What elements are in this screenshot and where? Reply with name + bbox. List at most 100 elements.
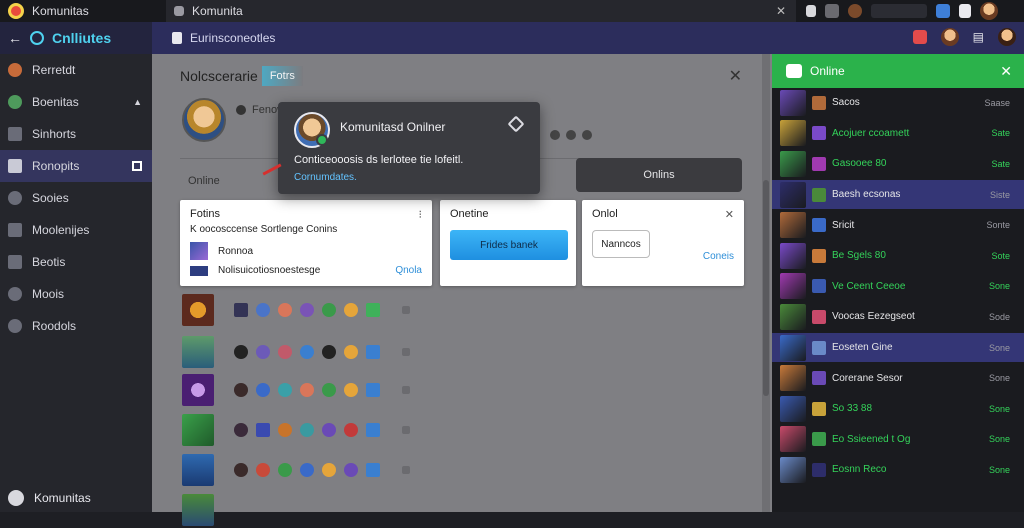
game-icon xyxy=(812,218,826,233)
online-row[interactable]: Sacos Saase xyxy=(772,88,1024,118)
online-panel-title: Online xyxy=(810,64,845,78)
sidebar-item-label: Moolenijes xyxy=(32,223,90,237)
badge-icon xyxy=(278,383,292,397)
game-icon xyxy=(812,462,826,477)
list-item[interactable] xyxy=(182,334,742,370)
sidebar-item-beotis[interactable]: Beotis xyxy=(0,246,152,278)
sidebar-item-sooies[interactable]: Sooies xyxy=(0,182,152,214)
nav-brand: ← Cnlliutes xyxy=(0,22,152,54)
square-icon[interactable] xyxy=(132,161,142,171)
contacts-button[interactable]: Nanncos xyxy=(592,230,650,258)
people-icon[interactable]: ▤ xyxy=(973,30,984,44)
info-icon[interactable] xyxy=(582,130,592,140)
user-avatar xyxy=(780,273,806,300)
badge-icon xyxy=(300,303,314,317)
close-icon[interactable]: ✕ xyxy=(725,208,734,221)
notification-icon[interactable] xyxy=(936,4,950,18)
online-button[interactable]: Onlins xyxy=(576,158,742,192)
online-row[interactable]: Sricit Sonte xyxy=(772,210,1024,240)
online-row[interactable]: Voocas Eezegseot Sode xyxy=(772,302,1024,332)
brand-name[interactable]: Cnlliutes xyxy=(52,30,111,46)
popup-link[interactable]: Cornumdates. xyxy=(294,172,357,183)
online-row[interactable]: Eoseten Gine Sone xyxy=(772,332,1024,363)
game-icon xyxy=(812,309,826,324)
close-icon[interactable]: ✕ xyxy=(1000,63,1012,80)
sidebar-item-boenitas[interactable]: Boenitas ▲ xyxy=(0,86,152,118)
online-row-status: Sate xyxy=(991,128,1010,139)
more-icon[interactable] xyxy=(402,386,410,394)
profile-avatar[interactable] xyxy=(980,2,998,20)
community-logo-icon xyxy=(30,31,44,45)
badge-icon xyxy=(190,266,208,276)
game-icon xyxy=(812,371,826,386)
badge-icon xyxy=(366,423,380,437)
online-row[interactable]: Baesh ecsonas Siste xyxy=(772,179,1024,210)
settings-icon[interactable] xyxy=(507,115,525,133)
online-row-name: Be Sgels 80 xyxy=(832,250,886,262)
user-icon[interactable] xyxy=(848,4,862,18)
card-link[interactable]: Coneis xyxy=(703,251,734,262)
sidebar-item-moolenijes[interactable]: Moolenijes xyxy=(0,214,152,246)
sidebar-item-sinhorts[interactable]: Sinhorts xyxy=(0,118,152,150)
account-avatar[interactable] xyxy=(998,28,1016,46)
user-avatar xyxy=(780,334,806,361)
profile-avatar[interactable] xyxy=(182,98,226,142)
card-link[interactable]: Qnola xyxy=(395,265,422,276)
online-row[interactable]: Be Sgels 80 Sote xyxy=(772,241,1024,271)
user-avatar xyxy=(780,181,806,208)
more-icon[interactable] xyxy=(402,466,410,474)
badge-icon xyxy=(300,463,314,477)
thumbnail xyxy=(182,294,214,326)
more-icon[interactable] xyxy=(402,306,410,314)
download-icon[interactable] xyxy=(959,4,971,18)
home-icon xyxy=(8,159,22,173)
online-row[interactable]: Eosnn Reco Sone xyxy=(772,455,1024,485)
tab-close-icon[interactable]: ✕ xyxy=(776,4,786,18)
info-icon[interactable] xyxy=(566,130,576,140)
online-row-status: Sone xyxy=(988,464,1010,475)
breadcrumb-label: Eurinsconeotles xyxy=(190,31,276,45)
online-row[interactable]: Acojuer ccoamett Sate xyxy=(772,119,1024,149)
online-row[interactable]: Ve Ceent Ceeoe Sone xyxy=(772,272,1024,302)
list-item[interactable] xyxy=(182,452,742,488)
chevron-up-icon[interactable]: ▲ xyxy=(133,97,142,107)
find-button[interactable]: Frides banek xyxy=(450,230,568,260)
scrollbar-thumb[interactable] xyxy=(763,180,769,396)
list-item[interactable] xyxy=(182,372,742,408)
user-avatar[interactable] xyxy=(940,28,959,46)
breadcrumb[interactable]: Eurinsconeotles xyxy=(172,31,275,45)
sidebar-item-ronopits[interactable]: Ronopits xyxy=(0,150,152,182)
info-icon[interactable] xyxy=(550,130,560,140)
online-row[interactable]: Eo Ssieened t Og Sone xyxy=(772,425,1024,455)
back-arrow-icon[interactable]: ← xyxy=(8,30,22,46)
online-row[interactable]: Gasooee 80 Sate xyxy=(772,149,1024,179)
window-titlebar: Komunitas Komunita ✕ xyxy=(0,0,1024,22)
more-icon[interactable]: ⁝ xyxy=(419,208,423,221)
badge-icon xyxy=(256,345,270,359)
sidebar-item-moois[interactable]: Moois xyxy=(0,278,152,310)
sidebar-item-rerretdt[interactable]: Rerretdt xyxy=(0,54,152,86)
sidebar-footer[interactable]: Komunitas xyxy=(0,484,152,512)
badge-icon xyxy=(322,383,336,397)
alert-icon[interactable] xyxy=(912,30,927,44)
panel-title-chip[interactable]: Fotrs xyxy=(261,66,303,86)
online-row[interactable]: So 33 88 Sone xyxy=(772,394,1024,424)
online-row-name: Corerane Sesor xyxy=(832,372,903,384)
list-item[interactable] xyxy=(182,412,742,448)
more-icon[interactable] xyxy=(402,426,410,434)
online-row[interactable]: Corerane Sesor Sone xyxy=(772,363,1024,393)
list-item[interactable] xyxy=(182,292,742,328)
user-avatar xyxy=(780,212,806,239)
list-item[interactable] xyxy=(182,492,742,528)
game-icon[interactable] xyxy=(825,4,839,18)
search-box[interactable] xyxy=(871,4,927,18)
badge-icon xyxy=(344,383,358,397)
copy-icon[interactable] xyxy=(806,5,816,17)
sidebar-item-roodols[interactable]: Roodols xyxy=(0,310,152,342)
more-icon[interactable] xyxy=(402,348,410,356)
contacts-card: Onlol ✕ Nanncos Coneis xyxy=(582,200,744,286)
app-name: Komunitas xyxy=(32,4,89,18)
thumbnail xyxy=(182,454,214,486)
close-icon[interactable]: ✕ xyxy=(729,66,742,86)
browser-tab[interactable]: Komunita ✕ xyxy=(166,0,796,22)
